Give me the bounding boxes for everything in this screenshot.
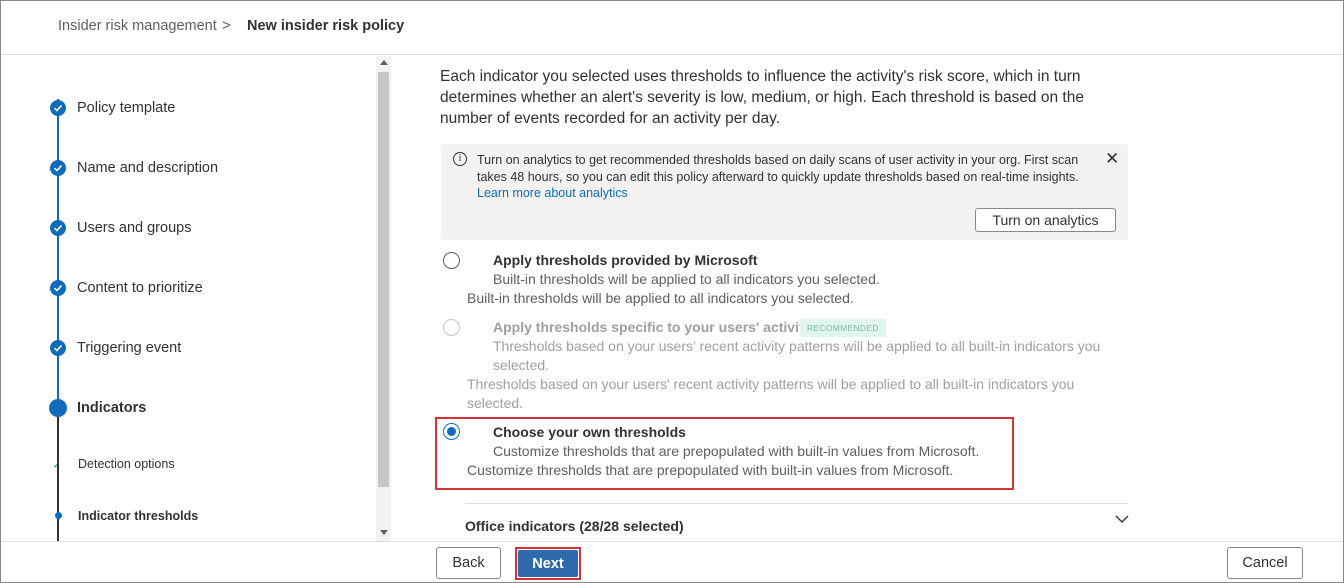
wizard-steps: Policy template Name and description Use…	[1, 56, 375, 541]
option-description-repeat: Thresholds based on your users' recent a…	[467, 376, 1075, 411]
step-triggering-event[interactable]: Triggering event	[77, 340, 181, 356]
breadcrumb-parent-link[interactable]: Insider risk management	[58, 18, 217, 34]
option-description-repeat: Customize thresholds that are prepopulat…	[467, 462, 954, 478]
step-connector-line	[57, 417, 59, 541]
analytics-info-box: i Turn on analytics to get recommended t…	[441, 144, 1128, 240]
chevron-down-icon[interactable]	[1115, 514, 1129, 524]
substep-current-icon	[55, 512, 62, 519]
option-description: Customize thresholds that are prepopulat…	[493, 443, 980, 459]
step-connector-line	[57, 99, 59, 409]
radio-microsoft-thresholds[interactable]	[443, 252, 460, 269]
option-description-repeat: Built-in thresholds will be applied to a…	[467, 290, 854, 306]
turn-on-analytics-button[interactable]: Turn on analytics	[975, 208, 1116, 232]
scroll-down-arrow-icon[interactable]	[380, 530, 388, 535]
next-button-highlight: Next	[515, 547, 581, 580]
next-button[interactable]: Next	[518, 550, 578, 577]
cancel-button[interactable]: Cancel	[1227, 547, 1303, 579]
info-message: Turn on analytics to get recommended thr…	[477, 152, 1097, 202]
step-complete-icon	[50, 340, 66, 356]
recommended-badge: RECOMMENDED	[800, 319, 886, 337]
divider	[465, 503, 1128, 504]
step-current-icon	[49, 399, 67, 417]
learn-more-link[interactable]: Learn more about analytics	[477, 186, 628, 200]
close-icon[interactable]: ✕	[1105, 149, 1119, 169]
step-name-and-description[interactable]: Name and description	[77, 160, 218, 176]
back-button[interactable]: Back	[436, 547, 501, 579]
step-complete-icon	[50, 280, 66, 296]
scroll-up-arrow-icon[interactable]	[380, 60, 388, 65]
step-complete-icon	[50, 160, 66, 176]
radio-user-activity-thresholds[interactable]	[443, 319, 460, 336]
info-message-text: Turn on analytics to get recommended thr…	[477, 153, 1079, 184]
option-description: Thresholds based on your users' recent a…	[493, 338, 1101, 373]
breadcrumb-separator-icon: >	[222, 17, 231, 34]
breadcrumb-current: New insider risk policy	[247, 18, 405, 34]
main-content: Each indicator you selected uses thresho…	[392, 56, 1343, 541]
step-content-to-prioritize[interactable]: Content to prioritize	[77, 280, 203, 296]
substep-check-icon: ✓	[53, 460, 61, 470]
radio-own-thresholds[interactable]	[443, 423, 460, 440]
breadcrumb: Insider risk management > New insider ri…	[1, 1, 1343, 55]
info-icon: i	[453, 152, 467, 166]
option-title[interactable]: Apply thresholds specific to your users'…	[493, 319, 811, 335]
option-description: Built-in thresholds will be applied to a…	[493, 271, 880, 287]
option-title[interactable]: Apply thresholds provided by Microsoft	[493, 252, 757, 268]
step-indicators[interactable]: Indicators	[77, 400, 146, 416]
footer-bar: Back Next Cancel	[1, 541, 1343, 582]
steps-scrollbar[interactable]	[376, 56, 391, 541]
step-policy-template[interactable]: Policy template	[77, 100, 175, 116]
step-complete-icon	[50, 100, 66, 116]
option-title[interactable]: Choose your own thresholds	[493, 424, 686, 440]
scroll-thumb[interactable]	[378, 72, 389, 487]
office-indicators-header[interactable]: Office indicators (28/28 selected)	[465, 518, 684, 534]
substep-detection-options[interactable]: Detection options	[78, 457, 175, 471]
substep-indicator-thresholds[interactable]: Indicator thresholds	[78, 509, 198, 523]
intro-text: Each indicator you selected uses thresho…	[440, 68, 1084, 127]
step-users-and-groups[interactable]: Users and groups	[77, 220, 191, 236]
step-complete-icon	[50, 220, 66, 236]
